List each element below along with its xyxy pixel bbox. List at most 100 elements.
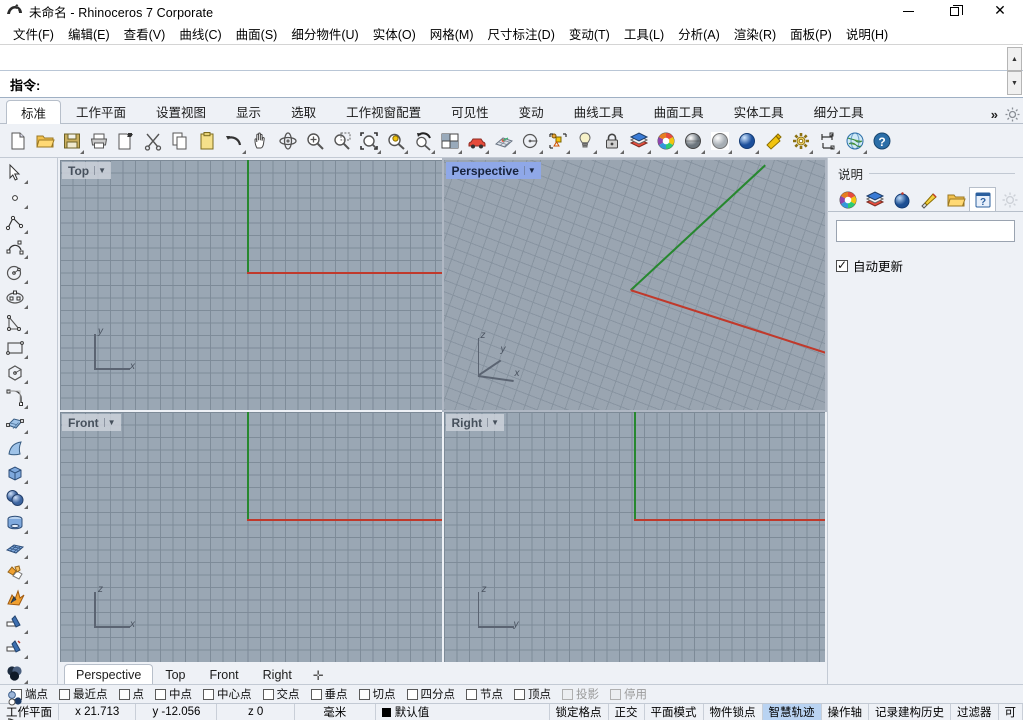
flyout-corner-icon[interactable] [24,380,28,384]
viewport-perspective-title[interactable]: Perspective ▼ [446,162,541,179]
viewport-front-dropdown-icon[interactable]: ▼ [104,418,119,427]
osnap-checkbox-icon[interactable] [359,689,370,700]
flyout-corner-icon[interactable] [485,150,489,154]
split-button[interactable] [0,635,29,660]
menu-analyze[interactable]: 分析(A) [671,22,727,45]
viewport-front-title[interactable]: Front ▼ [62,414,121,431]
new-file-button[interactable] [4,127,31,155]
osnap-checkbox-icon[interactable] [407,689,418,700]
status-left-1[interactable]: x 21.713 [59,704,136,720]
menu-edit[interactable]: 编辑(E) [61,22,117,45]
menu-surface[interactable]: 曲面(S) [229,22,285,45]
flyout-corner-icon[interactable] [24,255,28,259]
flyout-corner-icon[interactable] [24,480,28,484]
flyout-corner-icon[interactable] [24,605,28,609]
flyout-corner-icon[interactable] [512,150,516,154]
flyout-corner-icon[interactable] [24,355,28,359]
zoom-previous-button[interactable] [409,127,436,155]
flyout-corner-icon[interactable] [647,150,651,154]
flyout-corner-icon[interactable] [377,150,381,154]
color-wheel-button[interactable] [652,127,679,155]
polygon-button[interactable] [0,360,29,385]
menu-panels[interactable]: 面板(P) [783,22,839,45]
menu-curve[interactable]: 曲线(C) [172,22,228,45]
viewport-tab-top[interactable]: Top [153,664,197,684]
flyout-corner-icon[interactable] [24,505,28,509]
menu-transform[interactable]: 变动(T) [562,22,617,45]
dimension-button[interactable] [814,127,841,155]
status-right-6[interactable]: 记录建构历史 [869,704,951,720]
trim-button[interactable] [0,610,29,635]
menu-dimension[interactable]: 尺寸标注(D) [481,22,562,45]
right-panel-tab-paint-brush[interactable] [915,187,942,211]
flyout-corner-icon[interactable] [242,150,246,154]
osnap-8[interactable]: 四分点 [402,686,461,702]
status-left-3[interactable]: z 0 [217,704,294,720]
menu-subd[interactable]: 细分物件(U) [284,22,365,45]
help-question-button[interactable]: ? [868,127,895,155]
copy-to-clipboard-button[interactable] [112,127,139,155]
flyout-corner-icon[interactable] [24,280,28,284]
ribbon-tab-0[interactable]: 标准 [6,100,61,124]
right-panel-tab-layers[interactable] [861,187,888,211]
control-point-curve-button[interactable] [0,235,29,260]
flyout-corner-icon[interactable] [24,580,28,584]
fillet-curve-button[interactable] [0,385,29,410]
cplane-grid-button[interactable] [490,127,517,155]
rendered-sphere-button[interactable] [733,127,760,155]
command-line[interactable]: 指令: [0,71,1023,97]
command-scrollbar[interactable]: ▲ ▼ [1007,47,1022,95]
layer-color-swatch[interactable] [382,708,391,717]
render-car-button[interactable] [463,127,490,155]
viewport-right-dropdown-icon[interactable]: ▼ [487,418,502,427]
flyout-corner-icon[interactable] [24,555,28,559]
boolean-difference-button[interactable] [0,660,29,685]
flyout-corner-icon[interactable] [24,455,28,459]
ribbon-tab-5[interactable]: 工作视窗配置 [331,99,436,123]
flyout-corner-icon[interactable] [404,150,408,154]
osnap-3[interactable]: 中点 [150,686,197,702]
status-right-4[interactable]: 智慧轨迹 [763,704,822,720]
box-button[interactable] [0,460,29,485]
flyout-corner-icon[interactable] [836,150,840,154]
flyout-corner-icon[interactable] [24,330,28,334]
ribbon-tab-8[interactable]: 曲线工具 [559,99,639,123]
flyout-corner-icon[interactable] [539,150,543,154]
ribbon-tab-9[interactable]: 曲面工具 [639,99,719,123]
arc-button[interactable] [0,310,29,335]
auto-update-checkbox-icon[interactable] [836,260,848,272]
flyout-corner-icon[interactable] [728,150,732,154]
cylinder-button[interactable] [0,510,29,535]
viewport-perspective-dropdown-icon[interactable]: ▼ [524,166,539,175]
zoom-extents-button[interactable] [355,127,382,155]
paste-clipboard-button[interactable] [193,127,220,155]
status-right-1[interactable]: 正交 [609,704,645,720]
viewport-top[interactable]: y x Top ▼ [60,160,442,410]
flyout-corner-icon[interactable] [701,150,705,154]
osnap-checkbox-icon[interactable] [263,689,274,700]
gear-options-button[interactable] [787,127,814,155]
viewport-perspective[interactable]: z y x Perspective ▼ [444,160,826,410]
polyline-button[interactable] [0,210,29,235]
osnap-checkbox-icon[interactable] [203,689,214,700]
explode-button[interactable] [0,585,29,610]
copy-pages-button[interactable] [166,127,193,155]
menu-solid[interactable]: 实体(O) [366,22,423,45]
ribbon-tab-6[interactable]: 可见性 [436,99,504,123]
status-left-4[interactable]: 毫米 [295,704,376,720]
flyout-corner-icon[interactable] [24,180,28,184]
viewport-tab-perspective[interactable]: Perspective [64,664,153,684]
viewport-front[interactable]: z x Front ▼ [60,412,442,662]
lock-button[interactable] [598,127,625,155]
osnap-1[interactable]: 最近点 [54,686,113,702]
menu-help[interactable]: 说明(H) [839,22,895,45]
status-right-2[interactable]: 平面模式 [645,704,704,720]
circle-center-button[interactable] [517,127,544,155]
status-right-3[interactable]: 物件锁点 [704,704,763,720]
command-history[interactable] [0,45,1023,71]
flyout-corner-icon[interactable] [24,630,28,634]
rotate-view-button[interactable] [274,127,301,155]
osnap-checkbox-icon[interactable] [466,689,477,700]
viewport-tab-right[interactable]: Right [251,664,304,684]
osnap-9[interactable]: 节点 [461,686,508,702]
